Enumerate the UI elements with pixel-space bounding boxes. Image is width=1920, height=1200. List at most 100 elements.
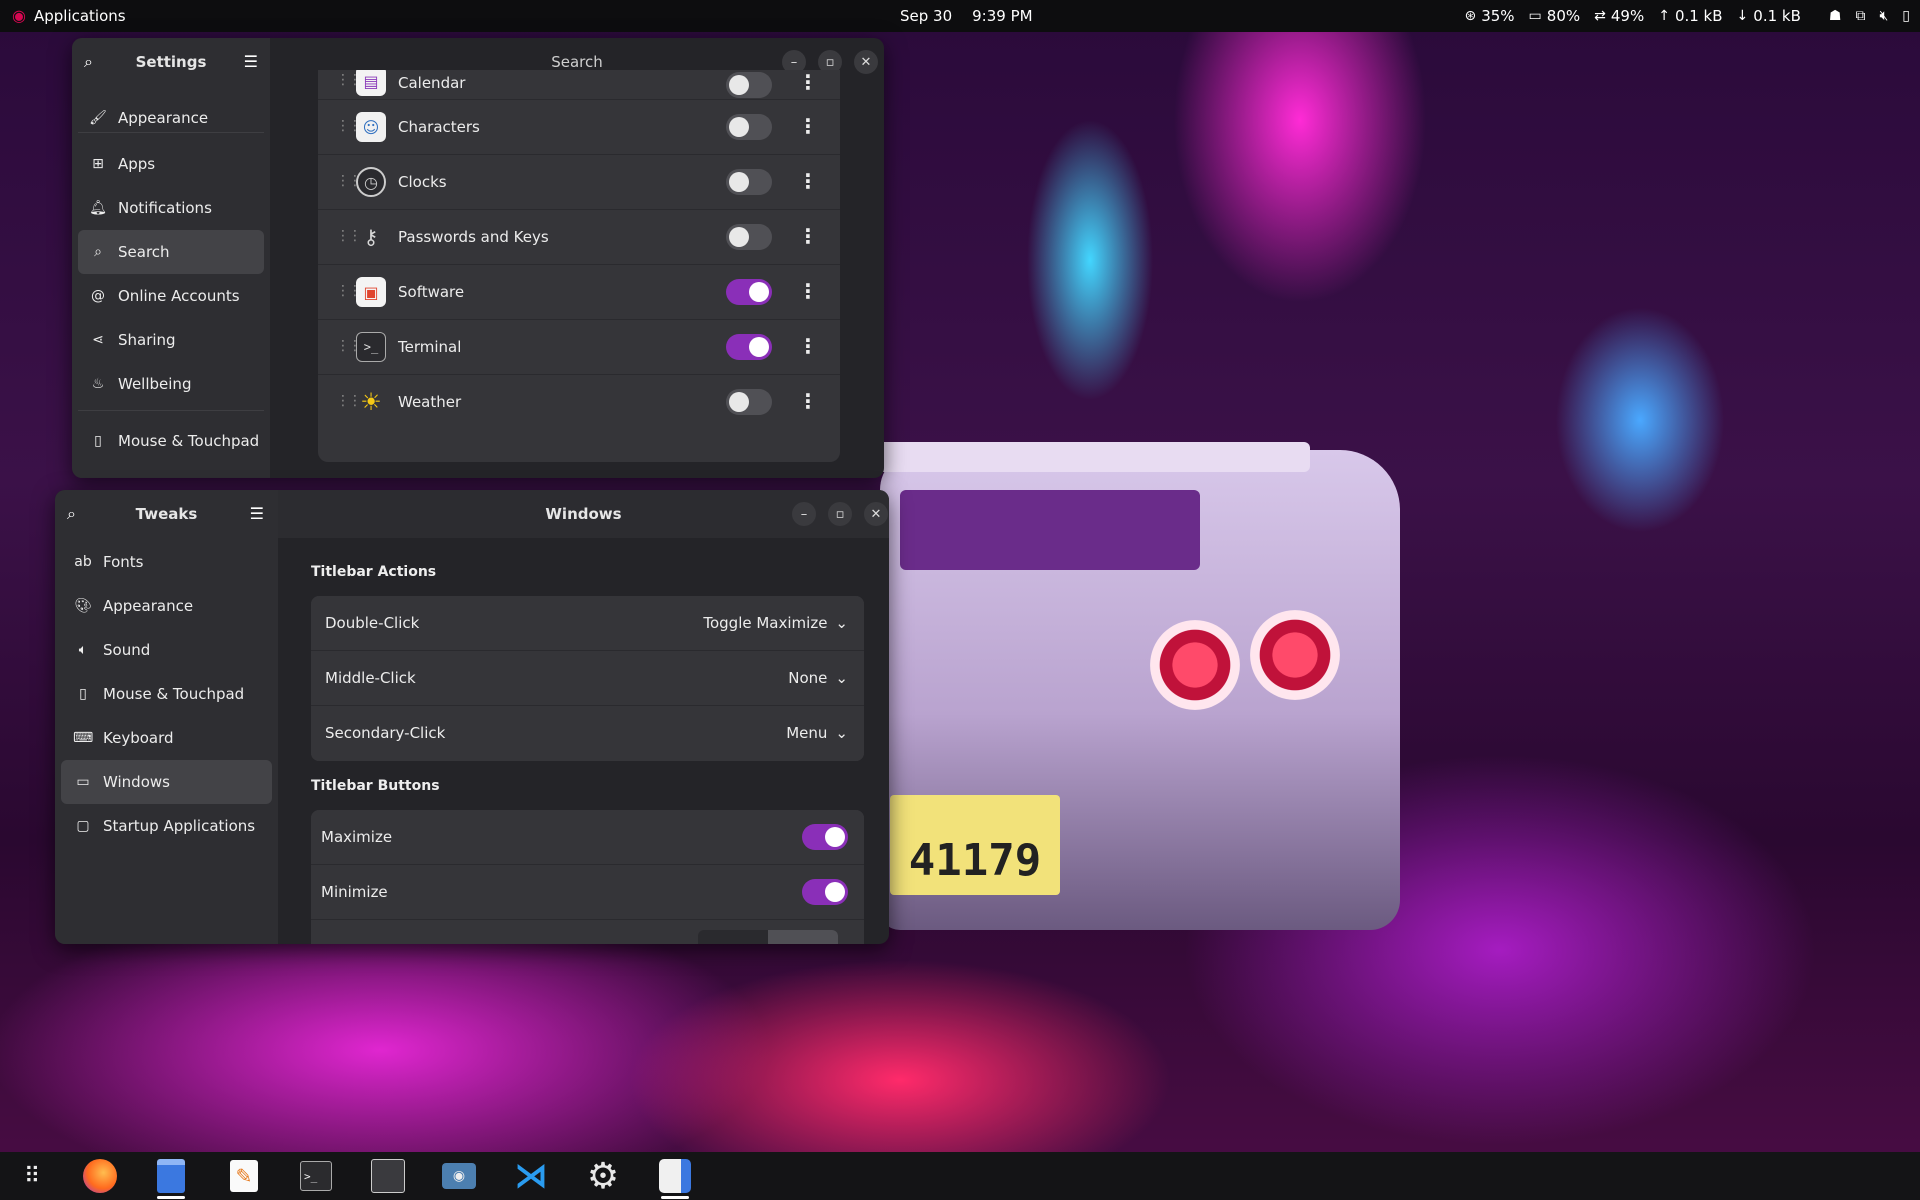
vscode-launcher[interactable]: ⋊: [509, 1156, 553, 1196]
applications-menu[interactable]: ◉ Applications: [12, 0, 126, 32]
list-item[interactable]: ⋮⋮ ☺ Characters ⋮: [318, 100, 840, 155]
tweaks-nav-mouse-touchpad[interactable]: ▯ Mouse & Touchpad: [61, 672, 272, 716]
middle-click-dropdown[interactable]: None ⌄: [788, 669, 848, 687]
tweaks-nav-sound[interactable]: 🔈︎ Sound: [61, 628, 272, 672]
chevron-down-icon: ⌄: [835, 614, 848, 632]
tweaks-nav-keyboard[interactable]: ⌨ Keyboard: [61, 716, 272, 760]
cpu-stat[interactable]: ⊛ 35%: [1464, 7, 1514, 25]
list-item[interactable]: Middle-Click None ⌄: [311, 651, 864, 706]
calendar-icon: ▤: [356, 70, 386, 96]
settings-nav-sharing[interactable]: ⋖ Sharing: [78, 318, 264, 362]
tweaks-nav-appearance[interactable]: 🎨︎ Appearance: [61, 584, 272, 628]
tweaks-sidebar-header: ⌕ Tweaks ☰: [55, 490, 278, 538]
weather-icon: ☀: [360, 388, 382, 416]
screenshot-icon: ◉: [442, 1163, 476, 1189]
provider-toggle[interactable]: [726, 334, 772, 360]
car-rear-window: [900, 490, 1200, 570]
tweaks-nav-windows[interactable]: ▭ Windows: [61, 760, 272, 804]
provider-toggle[interactable]: [726, 224, 772, 250]
settings-nav-online-accounts[interactable]: @ Online Accounts: [78, 274, 264, 318]
provider-toggle[interactable]: [726, 169, 772, 195]
double-click-dropdown[interactable]: Toggle Maximize ⌄: [703, 614, 848, 632]
more-options-icon[interactable]: ⋮: [798, 116, 818, 136]
nav-label: Mouse & Touchpad: [103, 685, 245, 703]
extension-icon[interactable]: ☗: [1829, 9, 1842, 23]
system-monitor-launcher[interactable]: [366, 1156, 410, 1196]
car-spoiler: [850, 442, 1310, 472]
swap-value: 49%: [1610, 7, 1645, 25]
provider-label: Characters: [398, 118, 480, 136]
bell-icon: 🔔︎: [89, 200, 107, 216]
list-item[interactable]: ⋮⋮ ▤ Calendar ⋮: [318, 70, 840, 100]
list-item[interactable]: ⋮⋮ >_ Terminal ⋮: [318, 320, 840, 375]
clock[interactable]: Sep 30 9:39 PM: [900, 0, 1033, 32]
tweaks-launcher[interactable]: [653, 1156, 697, 1199]
screenshot-launcher[interactable]: ◉: [437, 1156, 481, 1196]
more-options-icon[interactable]: ⋮: [798, 336, 818, 356]
list-item[interactable]: Secondary-Click Menu ⌄: [311, 706, 864, 761]
provider-toggle[interactable]: [726, 72, 772, 98]
hamburger-menu-icon[interactable]: ☰: [244, 54, 258, 70]
button-label: Maximize: [321, 828, 393, 846]
settings-sidebar: ⌕ Settings ☰ 🖌︎ Appearance ⊞ Apps 🔔︎ Notifi…: [72, 38, 270, 478]
provider-label: Passwords and Keys: [398, 228, 549, 246]
download-stat[interactable]: ↓ 0.1 kB: [1737, 7, 1801, 25]
car-license-plate: 41179: [890, 795, 1060, 895]
more-options-icon[interactable]: ⋮: [798, 72, 818, 92]
list-item[interactable]: ⋮⋮ ▣ Software ⋮: [318, 265, 840, 320]
list-item[interactable]: Minimize: [311, 865, 864, 920]
more-options-icon[interactable]: ⋮: [798, 226, 818, 246]
network-icon[interactable]: ⧉: [1855, 9, 1865, 23]
maximize-toggle[interactable]: [802, 824, 848, 850]
upload-stat[interactable]: ↑ 0.1 kB: [1658, 7, 1722, 25]
more-options-icon[interactable]: ⋮: [798, 281, 818, 301]
list-item[interactable]: ⋮⋮ ◷ Clocks ⋮: [318, 155, 840, 210]
provider-toggle[interactable]: [726, 279, 772, 305]
firefox-launcher[interactable]: [78, 1156, 122, 1196]
text-editor-launcher[interactable]: ✎: [222, 1156, 266, 1196]
hamburger-menu-icon[interactable]: ☰: [250, 506, 264, 522]
volume-muted-icon[interactable]: 🔇︎: [1879, 9, 1888, 23]
secondary-click-dropdown[interactable]: Menu ⌄: [786, 724, 848, 742]
vscode-icon: ⋊: [514, 1156, 548, 1196]
swap-stat[interactable]: ⇄ 49%: [1594, 7, 1644, 25]
list-item[interactable]: ⋮⋮ ☀ Weather ⋮: [318, 375, 840, 430]
close-button[interactable]: ✕: [864, 502, 888, 526]
provider-toggle[interactable]: [726, 389, 772, 415]
list-item[interactable]: Maximize: [311, 810, 864, 865]
tweaks-icon: [659, 1159, 691, 1193]
tweaks-nav-fonts[interactable]: ab Fonts: [61, 540, 272, 584]
provider-toggle[interactable]: [726, 114, 772, 140]
debian-logo-icon: ◉: [12, 6, 26, 25]
list-item[interactable]: ⋮⋮ ⚷ Passwords and Keys ⋮: [318, 210, 840, 265]
more-options-icon[interactable]: ⋮: [798, 171, 818, 191]
system-tray: ⊛ 35% ▭ 80% ⇄ 49% ↑ 0.1 kB ↓ 0.1 kB ☗ ⧉ 🔇︎ ▯: [1464, 0, 1910, 32]
car-taillight-left: [1150, 620, 1240, 710]
app-grid-button[interactable]: ⠿: [10, 1156, 54, 1196]
terminal-launcher[interactable]: >_: [294, 1156, 338, 1196]
nav-label: Notifications: [118, 199, 212, 217]
tweaks-nav-startup-applications[interactable]: ▢ Startup Applications: [61, 804, 272, 848]
maximize-button[interactable]: ▫: [828, 502, 852, 526]
minimize-button[interactable]: –: [792, 502, 816, 526]
more-options-icon[interactable]: ⋮: [798, 391, 818, 411]
settings-nav-search[interactable]: ⌕ Search: [78, 230, 264, 274]
fonts-icon: ab: [74, 554, 92, 570]
memory-stat[interactable]: ▭ 80%: [1529, 7, 1581, 25]
minimize-toggle[interactable]: [802, 879, 848, 905]
close-button[interactable]: ✕: [854, 50, 878, 74]
placement-option-right[interactable]: [768, 930, 838, 944]
settings-launcher[interactable]: ⚙: [581, 1156, 625, 1197]
files-launcher[interactable]: [149, 1156, 193, 1199]
upload-icon: ↑: [1658, 8, 1670, 24]
settings-nav-apps[interactable]: ⊞ Apps: [78, 142, 264, 186]
settings-nav-appearance[interactable]: 🖌︎ Appearance: [78, 100, 264, 136]
settings-nav-mouse-touchpad[interactable]: ▯ Mouse & Touchpad: [78, 419, 264, 463]
list-item[interactable]: Double-Click Toggle Maximize ⌄: [311, 596, 864, 651]
settings-nav-notifications[interactable]: 🔔︎ Notifications: [78, 186, 264, 230]
settings-sidebar-header: ⌕ Settings ☰: [72, 38, 270, 86]
placement-segmented-control[interactable]: [698, 930, 838, 944]
settings-nav-wellbeing[interactable]: ♨ Wellbeing: [78, 362, 264, 406]
battery-icon[interactable]: ▯: [1902, 9, 1910, 23]
nav-label: Appearance: [103, 597, 194, 615]
